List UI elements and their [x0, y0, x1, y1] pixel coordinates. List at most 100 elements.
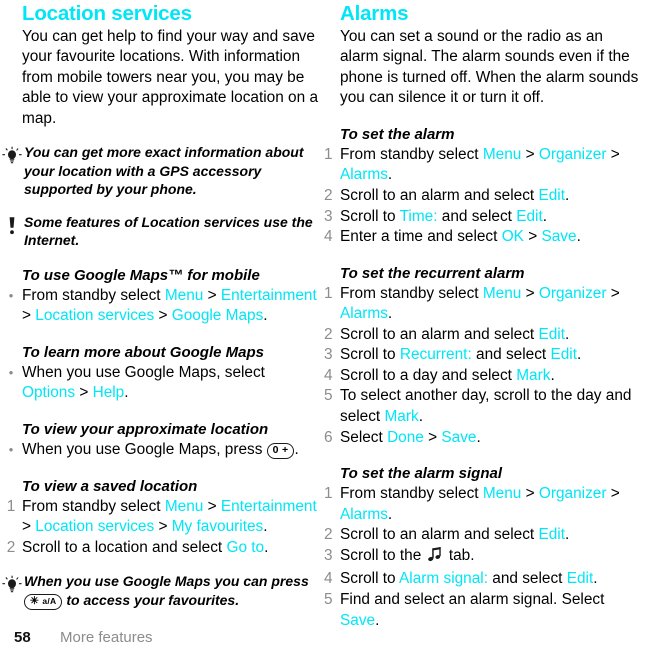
step-number: 1 [324, 485, 333, 503]
step-text: > [523, 228, 542, 246]
step-text: to access your favourites. [62, 591, 240, 608]
callout-text: You can get more exact information about… [24, 144, 304, 198]
menu-path-token[interactable]: Save [441, 429, 476, 446]
menu-path-token[interactable]: Save [340, 612, 375, 629]
procedure-block: To set the alarm signal 1 From standby sel… [322, 465, 640, 631]
list-bullet: • [8, 364, 14, 380]
menu-path-token[interactable]: Go to [226, 539, 264, 556]
menu-path-token[interactable]: Time: [400, 208, 438, 225]
procedure-title: To set the alarm [340, 125, 455, 143]
step-text: Select [340, 428, 388, 446]
step-text: Enter a time and select [340, 228, 502, 246]
step-content: From standby select Menu > Organizer > A… [340, 145, 640, 186]
step-text: Scroll to an alarm and select [340, 526, 539, 544]
step-content: Scroll to a day and select Mark. [340, 366, 640, 387]
step-content: Scroll to an alarm and select Edit. [340, 525, 640, 546]
step-text: > [423, 428, 442, 446]
list-item: 2 Scroll to an alarm and select Edit. [322, 186, 640, 207]
list-item: • When you use Google Maps, select Option… [0, 363, 318, 404]
lightbulb-tip-icon [2, 575, 22, 600]
keypad-key[interactable]: ✳ a/A [24, 593, 63, 610]
list-item: 1 From standby select Menu > Organizer > … [322, 284, 640, 325]
lightbulb-tip-icon [2, 146, 22, 171]
list-item: 4 Scroll to Alarm signal: and select Edit… [322, 569, 640, 590]
step-number: 5 [324, 387, 333, 405]
list-item: 5 Find and select an alarm signal. Select… [322, 590, 640, 631]
step-content: From standby select Menu > Organizer > A… [340, 284, 640, 325]
step-text: . [264, 538, 269, 556]
step-text: and select [471, 346, 551, 364]
step-content: From standby select Menu > Entertainment… [22, 497, 318, 538]
menu-path-token[interactable]: Location services [35, 518, 154, 535]
step-number: 2 [6, 538, 16, 556]
lightbulb-tip-icon [2, 572, 22, 600]
step-text: From standby select [340, 485, 483, 503]
procedure-block: To view your approximate location • When y… [0, 421, 318, 461]
menu-path-token[interactable]: Entertainment [221, 287, 317, 304]
menu-path-token[interactable]: Edit [550, 346, 577, 363]
menu-path-token[interactable]: Recurrent: [400, 346, 472, 363]
step-text: From standby select [340, 284, 483, 302]
step-number: 3 [324, 546, 333, 564]
step-number: 2 [324, 186, 333, 204]
list-item: 2 Scroll to a location and select Go to. [0, 538, 318, 559]
menu-path-token[interactable]: Menu [165, 287, 204, 304]
menu-path-token[interactable]: Location services [35, 307, 154, 324]
menu-path-token[interactable]: Organizer [539, 485, 607, 502]
callout-text: Some features of Location services use t… [24, 213, 313, 249]
step-text: > [154, 307, 172, 325]
menu-path-token[interactable]: Edit [538, 187, 565, 204]
menu-path-token[interactable]: Google Maps [172, 307, 264, 324]
step-number: 6 [324, 428, 333, 446]
menu-path-token[interactable]: Edit [567, 570, 594, 587]
page-title-location-services: Location services [22, 2, 192, 25]
step-content: Scroll to an alarm and select Edit. [340, 186, 640, 207]
step-text: Scroll to an alarm and select [340, 325, 539, 343]
step-text: . [550, 366, 555, 384]
menu-path-token[interactable]: Organizer [539, 146, 607, 163]
step-text: Scroll to an alarm and select [340, 186, 539, 204]
step-content: When you use Google Maps, select Options… [22, 363, 318, 404]
step-number: 4 [324, 570, 333, 588]
menu-path-token[interactable]: Edit [538, 326, 565, 343]
step-text: . [476, 428, 481, 446]
menu-path-token[interactable]: Options [22, 384, 75, 401]
menu-path-token[interactable]: Mark [516, 367, 550, 384]
step-list: • When you use Google Maps, press 0 +. [0, 440, 318, 461]
intro-paragraph-alarms: You can set a sound or the radio as an a… [340, 27, 639, 107]
intro-paragraph-location-services: You can get help to find your way and sa… [22, 27, 319, 127]
menu-path-token[interactable]: Done [387, 429, 424, 446]
menu-path-token[interactable]: Entertainment [221, 498, 317, 515]
list-bullet: • [8, 441, 14, 457]
menu-path-token[interactable]: My favourites [172, 518, 264, 535]
menu-path-token[interactable]: Menu [165, 498, 204, 515]
menu-path-token[interactable]: Organizer [539, 285, 607, 302]
procedure-title: To set the alarm signal [340, 465, 502, 483]
column-location-services: Location services You can get help to fi… [0, 2, 322, 631]
menu-path-token[interactable]: Edit [516, 208, 543, 225]
step-number: 2 [324, 325, 333, 343]
left-footer-callout: When you use Google Maps you can press ✳… [0, 572, 318, 610]
menu-path-token[interactable]: Mark [384, 408, 418, 425]
menu-path-token[interactable]: Save [541, 228, 576, 245]
menu-path-token[interactable]: Alarm signal: [399, 570, 488, 587]
list-item: 4 Scroll to a day and select Mark. [322, 366, 640, 387]
menu-path-token[interactable]: OK [502, 228, 524, 245]
menu-path-token[interactable]: Alarms [340, 166, 388, 183]
step-text: > [606, 485, 620, 503]
menu-path-token[interactable]: Menu [483, 485, 522, 502]
step-content: Scroll to a location and select Go to. [22, 538, 318, 559]
step-list: • When you use Google Maps, select Option… [0, 363, 318, 404]
menu-path-token[interactable]: Alarms [340, 506, 388, 523]
step-text: . [294, 440, 299, 458]
menu-path-token[interactable]: Edit [538, 526, 565, 543]
menu-path-token[interactable]: Menu [483, 146, 522, 163]
step-text: > [22, 307, 36, 325]
step-number: 1 [324, 284, 333, 302]
menu-path-token[interactable]: Alarms [340, 305, 388, 322]
step-text: and select [437, 207, 517, 225]
menu-path-token[interactable]: Menu [483, 285, 522, 302]
list-item: 1 From standby select Menu > Entertainmen… [0, 497, 318, 538]
menu-path-token[interactable]: Help [93, 384, 125, 401]
keypad-key[interactable]: 0 + [266, 442, 295, 460]
